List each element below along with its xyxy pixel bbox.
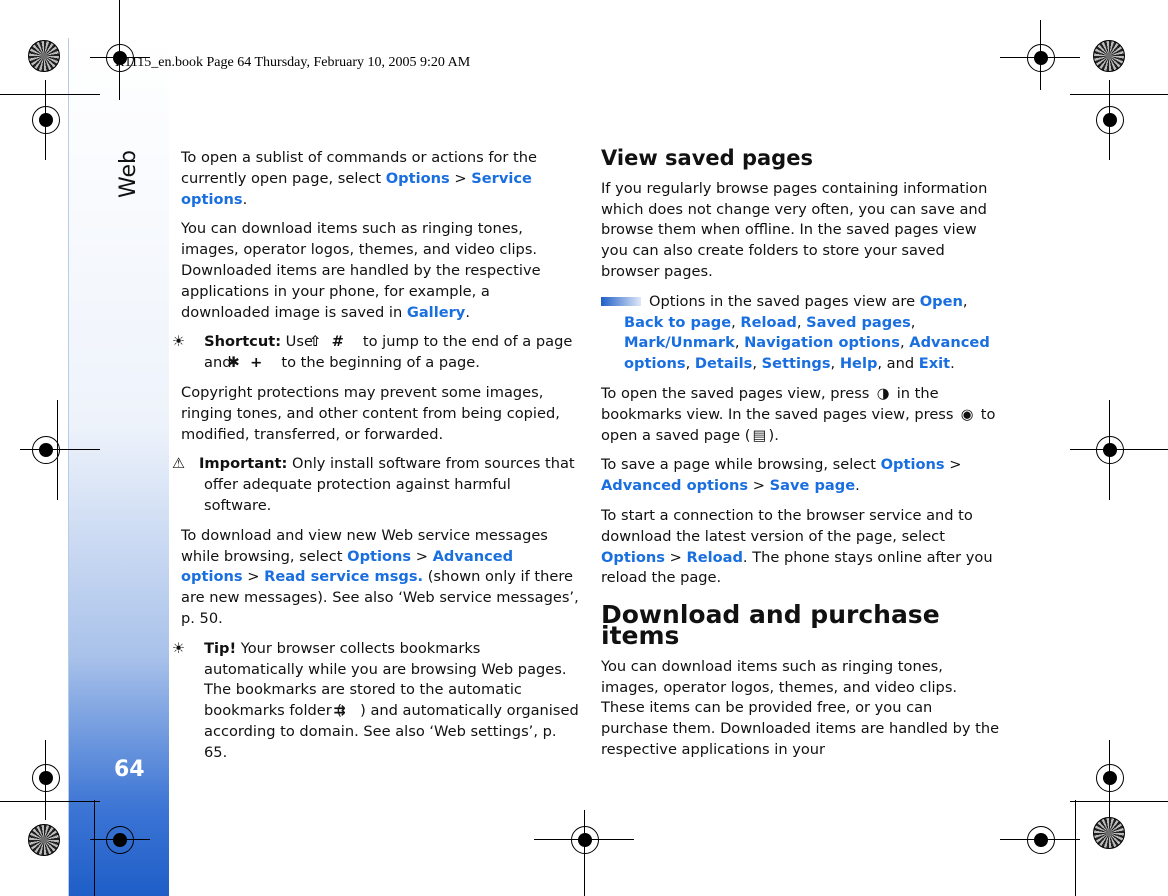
text-run: >: [748, 477, 770, 495]
note-marker-icon: [601, 297, 641, 307]
text-run: You can download items such as ringing t…: [181, 220, 541, 321]
color-bar-mark-icon: [1093, 40, 1125, 72]
registration-mark-icon: [571, 826, 599, 854]
paragraph: You can download items such as ringing t…: [601, 657, 1003, 761]
text-run: .: [855, 477, 860, 495]
menu-command-link: Exit: [918, 355, 951, 373]
text-run: To open the saved pages view, press: [601, 384, 875, 402]
text-run: ,: [752, 355, 762, 373]
paragraph: To start a connection to the browser ser…: [601, 506, 1003, 589]
hash-key-icon: #: [331, 333, 344, 351]
paragraph: You can download items such as ringing t…: [181, 219, 579, 323]
text-run: ,: [962, 292, 968, 310]
note-paragraph: Options in the saved pages view are Open…: [601, 292, 1003, 375]
right-column: View saved pages If you regularly browse …: [601, 148, 1003, 770]
menu-command-link: Navigation options: [744, 334, 900, 352]
menu-command-link: Details: [694, 355, 753, 373]
menu-command-link: Settings: [761, 355, 831, 373]
text-run: You can download items such as ringing t…: [601, 657, 1000, 758]
auto-bookmarks-folder-icon: ⇉: [333, 702, 346, 720]
registration-mark-icon: [32, 106, 60, 134]
callout-label: Tip!: [199, 639, 237, 657]
paragraph: To open the saved pages view, press ◑ in…: [601, 384, 1003, 446]
paragraph: If you regularly browse pages containing…: [601, 179, 1003, 283]
text-run: ,: [734, 334, 745, 352]
joystick-press-icon: ◉: [960, 405, 974, 423]
section-heading: Download and purchase items: [601, 602, 1003, 648]
registration-mark-icon: [1096, 436, 1124, 464]
menu-command-link: Reload: [686, 548, 743, 566]
paragraph: Copyright protections may prevent some i…: [181, 383, 579, 445]
text-run: ,: [796, 313, 807, 331]
menu-command-link: Save page: [769, 477, 856, 495]
section-tab: Web: [108, 150, 148, 200]
menu-command-link: Options: [880, 456, 945, 474]
menu-command-link: Read service msgs.: [264, 568, 424, 586]
menu-command-link: Options: [385, 169, 450, 187]
registration-mark-icon: [106, 826, 134, 854]
paragraph: To open a sublist of commands or actions…: [181, 148, 579, 210]
left-column: To open a sublist of commands or actions…: [171, 148, 579, 773]
joystick-right-icon: ◑: [876, 384, 890, 402]
text-run: >: [449, 169, 472, 187]
warning-icon: ⚠: [171, 455, 186, 473]
registration-mark-icon: [106, 44, 134, 72]
plus-key-icon: +: [250, 354, 263, 372]
tip-bulb-icon: ☀: [171, 333, 186, 351]
text-run: .: [242, 190, 248, 208]
menu-command-link: Open: [919, 292, 963, 310]
text-run: >: [944, 456, 962, 474]
callout-label: Important:: [199, 455, 288, 473]
text-run: Download and purchase items: [601, 600, 940, 650]
text-run: >: [242, 568, 265, 586]
menu-command-link: Help: [839, 355, 878, 373]
paragraph: To download and view new Web service mes…: [181, 526, 579, 630]
text-run: ,: [830, 355, 840, 373]
callout-paragraph: ⚠ Important: Only install software from s…: [171, 454, 579, 516]
page-number: 64: [114, 757, 145, 782]
text-run: Copyright protections may prevent some i…: [181, 383, 560, 443]
color-bar-mark-icon: [1093, 817, 1125, 849]
text-run: ,: [900, 334, 910, 352]
registration-mark-icon: [32, 764, 60, 792]
text-run: ,: [685, 355, 695, 373]
text-run: ,: [910, 313, 916, 331]
menu-command-link: Reload: [740, 313, 797, 331]
menu-command-link: Back to page: [624, 313, 732, 331]
registration-mark-icon: [1027, 826, 1055, 854]
text-run: to the beginning of a page.: [276, 354, 480, 372]
text-run: If you regularly browse pages containing…: [601, 179, 988, 280]
menu-command-link: Options: [347, 547, 412, 565]
text-run: To start a connection to the browser ser…: [601, 506, 973, 545]
text-run: .: [465, 303, 470, 321]
tip-bulb-icon: ☀: [171, 639, 186, 657]
callout-paragraph: ☀ Shortcut: Use ⇧ # to jump to the end o…: [171, 332, 579, 374]
color-bar-mark-icon: [28, 824, 60, 856]
text-run: >: [411, 547, 433, 565]
paragraph: To save a page while browsing, select Op…: [601, 455, 1003, 497]
text-run: .: [950, 355, 955, 373]
callout-label: Shortcut:: [199, 333, 282, 351]
text-run: To save a page while browsing, select: [601, 456, 881, 474]
callout-paragraph: ☀ Tip! Your browser collects bookmarks a…: [171, 639, 579, 764]
section-title: Web: [116, 150, 141, 198]
text-run: ).: [768, 426, 779, 444]
text-run: Options in the saved pages view are: [649, 292, 920, 310]
menu-command-link: Gallery: [406, 303, 466, 321]
menu-command-link: Saved pages: [806, 313, 911, 331]
text-run: , and: [877, 355, 919, 373]
text-run: View saved pages: [601, 146, 813, 170]
registration-mark-icon: [1096, 764, 1124, 792]
text-run: >: [664, 548, 687, 566]
menu-command-link: Mark/Unmark: [624, 334, 735, 352]
section-heading: View saved pages: [601, 148, 1003, 169]
registration-mark-icon: [32, 436, 60, 464]
print-header: R1115_en.book Page 64 Thursday, February…: [115, 55, 471, 70]
registration-mark-icon: [1096, 106, 1124, 134]
menu-command-link: Advanced options: [601, 477, 749, 495]
color-bar-mark-icon: [28, 40, 60, 72]
registration-mark-icon: [1027, 44, 1055, 72]
saved-page-icon: ▤: [752, 426, 767, 444]
menu-command-link: Options: [601, 548, 665, 566]
